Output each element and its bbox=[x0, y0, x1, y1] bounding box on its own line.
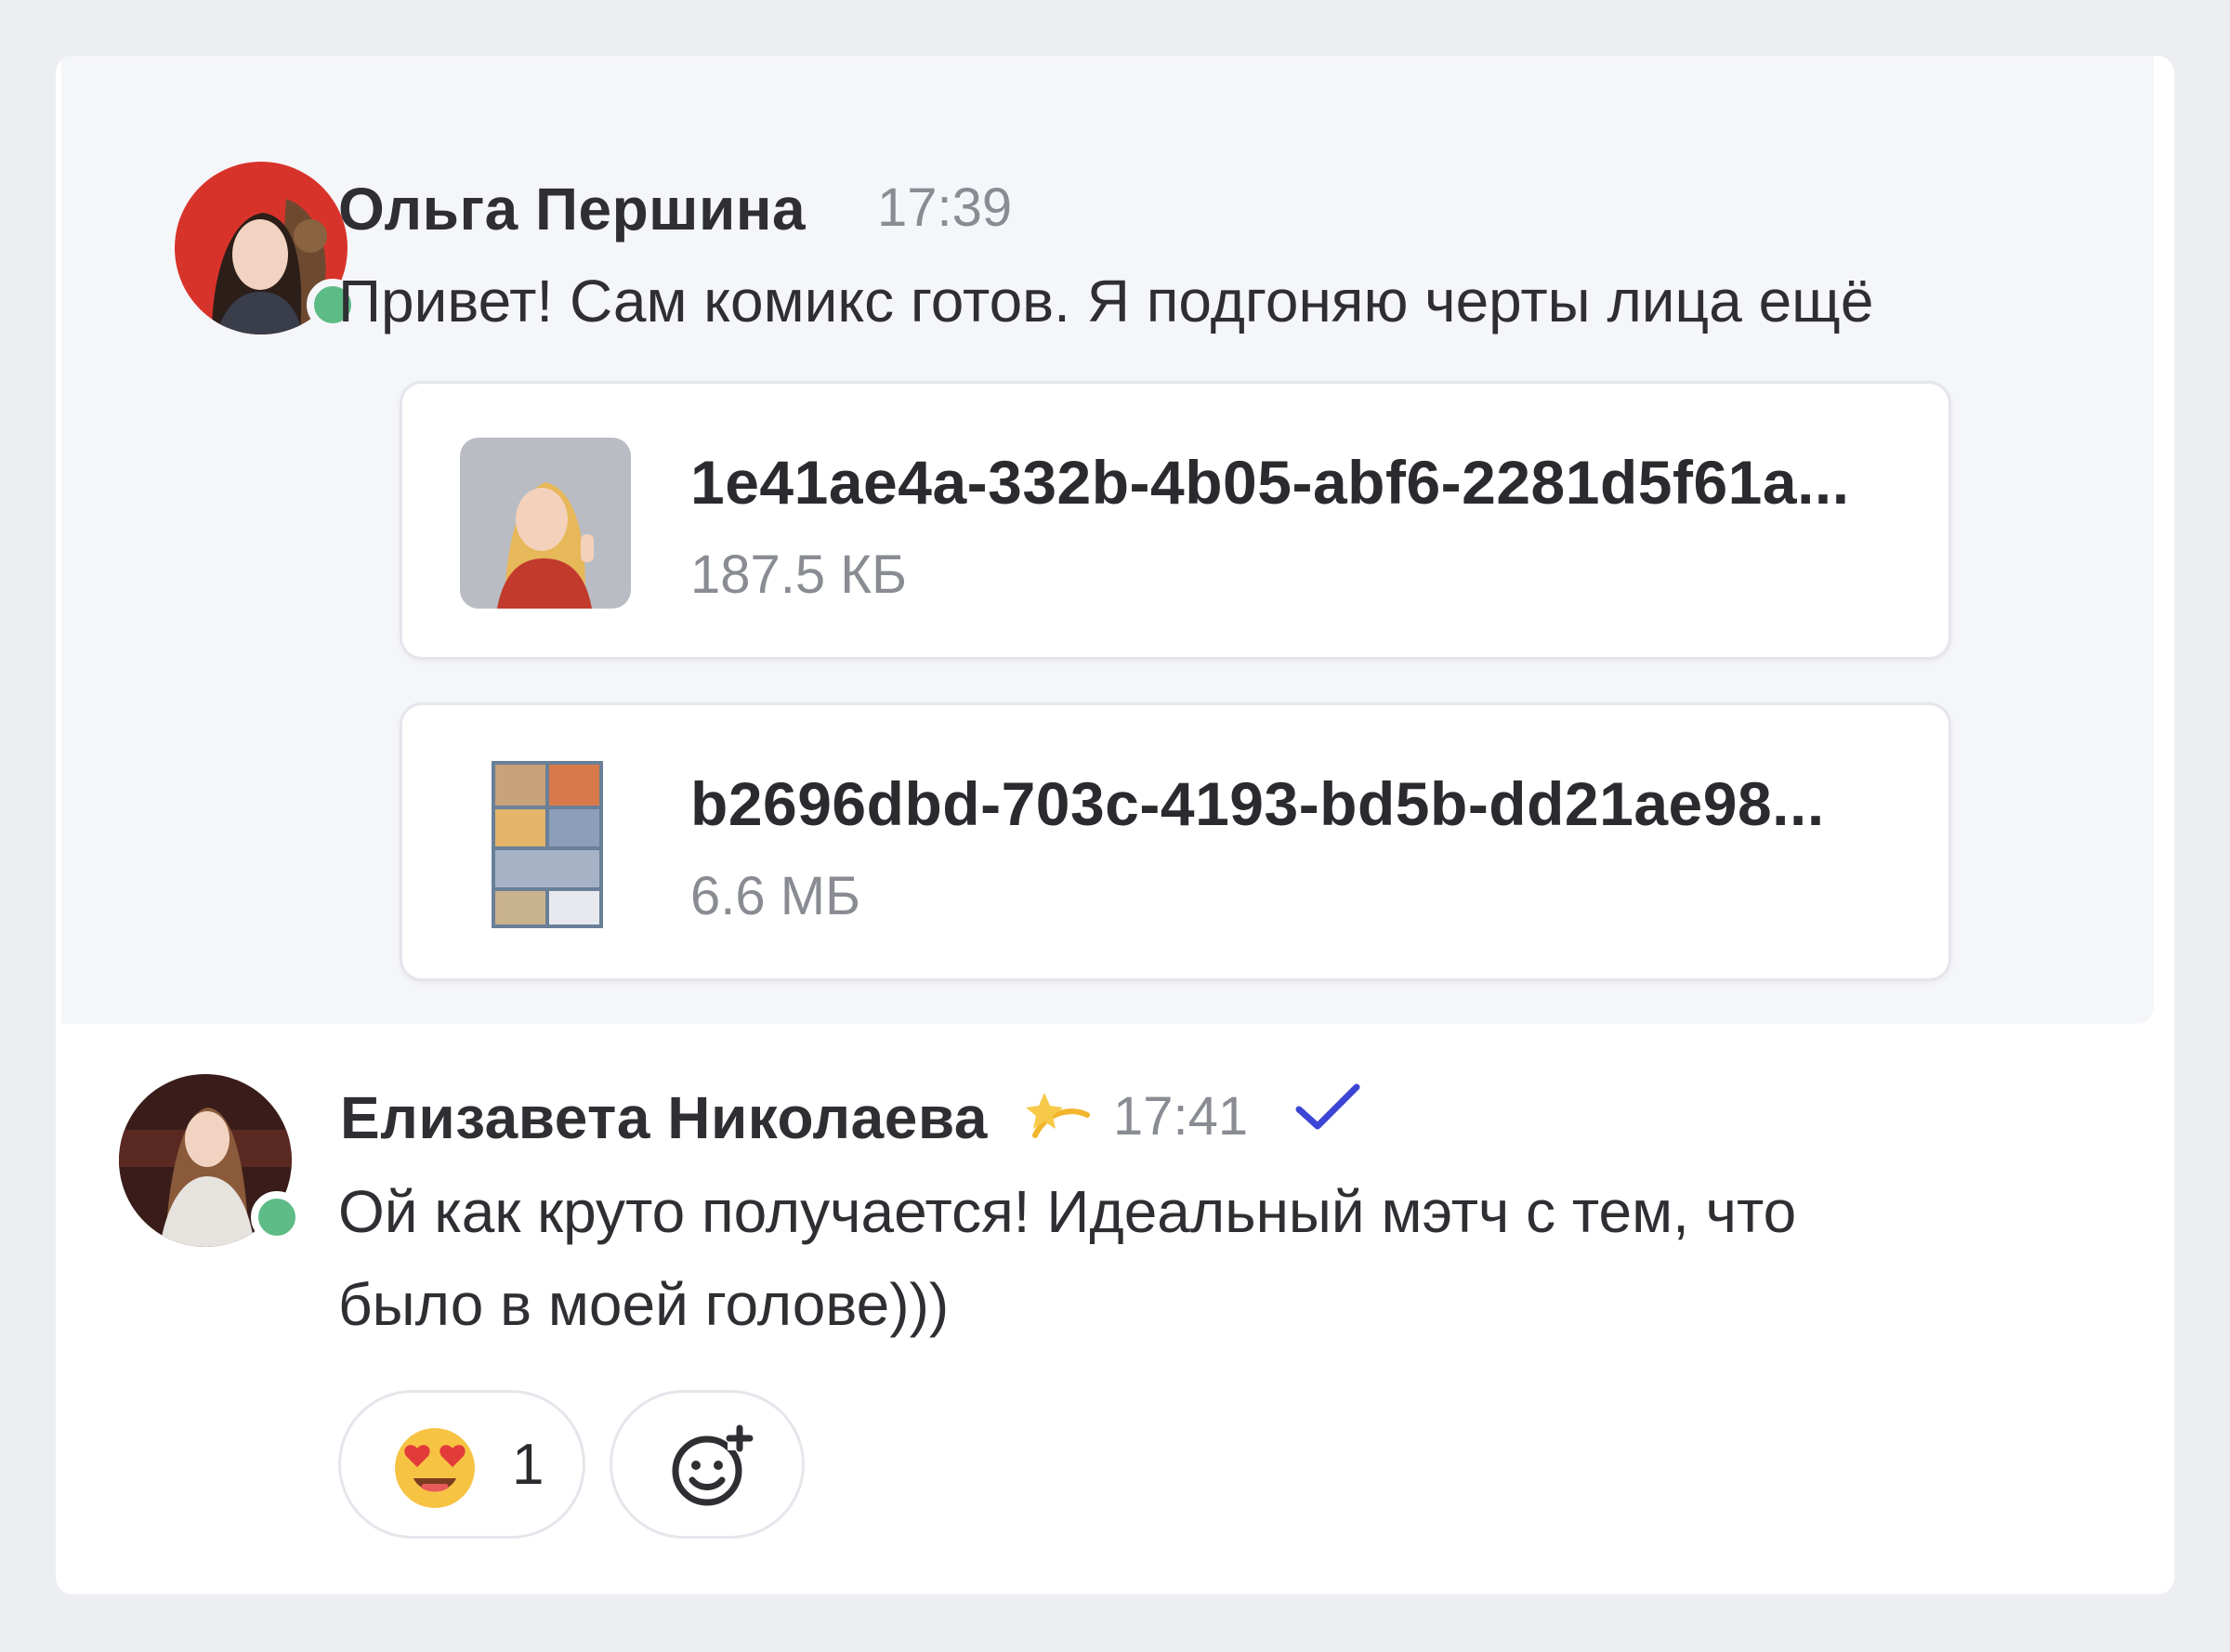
message-text-line: было в моей голове))) bbox=[338, 1271, 950, 1338]
attachment-file[interactable]: 1e41ae4a-332b-4b05-abf6-2281d5f61a... 18… bbox=[400, 381, 1951, 660]
attachment-filename: b2696dbd-703c-4193-bd5b-dd21ae98... bbox=[690, 769, 1825, 838]
author-name[interactable]: Елизавета Николаева bbox=[340, 1083, 988, 1152]
attachment-filename: 1e41ae4a-332b-4b05-abf6-2281d5f61a... bbox=[690, 448, 1850, 517]
attachment-size: 187.5 КБ bbox=[690, 544, 908, 605]
attachment-size: 6.6 МБ bbox=[690, 866, 861, 926]
dizzy-star-icon bbox=[1026, 1078, 1096, 1148]
message-olga[interactable]: Ольга Першина 17:39 Привет! Сам комикс г… bbox=[61, 56, 2154, 1024]
chat-panel: Ольга Першина 17:39 Привет! Сам комикс г… bbox=[56, 56, 2174, 1594]
attachment-thumbnail bbox=[460, 759, 631, 930]
attachment-file[interactable]: b2696dbd-703c-4193-bd5b-dd21ae98... 6.6 … bbox=[400, 702, 1951, 981]
avatar-olga[interactable] bbox=[175, 162, 359, 334]
reaction-button[interactable]: 1 bbox=[338, 1390, 585, 1539]
heart-eyes-emoji-icon bbox=[393, 1426, 477, 1510]
message-time: 17:41 bbox=[1113, 1086, 1249, 1147]
author-name[interactable]: Ольга Першина bbox=[338, 175, 806, 243]
attachment-thumbnail bbox=[460, 438, 631, 609]
message-text-line: Ой как круто получается! Идеальный мэтч … bbox=[338, 1178, 1797, 1245]
add-reaction-button[interactable] bbox=[610, 1390, 805, 1539]
add-emoji-icon bbox=[666, 1423, 755, 1512]
message-time: 17:39 bbox=[877, 177, 1013, 238]
online-status-dot bbox=[251, 1191, 303, 1243]
message-text: Привет! Сам комикс готов. Я подгоняю чер… bbox=[338, 268, 1874, 334]
reaction-count: 1 bbox=[512, 1433, 544, 1497]
read-check-icon bbox=[1292, 1080, 1366, 1135]
avatar-elizaveta[interactable] bbox=[119, 1074, 303, 1247]
